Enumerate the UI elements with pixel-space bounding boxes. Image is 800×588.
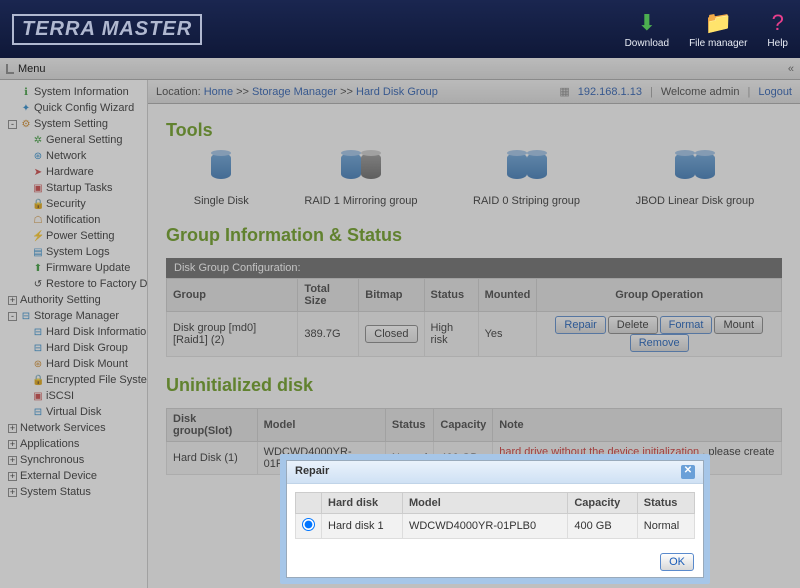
table-row: Hard disk 1 WDCWD4000YR-01PLB0 400 GB No… [296,514,695,539]
column-header [296,493,322,514]
app-header: TERRA MASTER ⬇Download 📁File manager ?Help [0,0,800,58]
filemanager-button[interactable]: 📁File manager [689,10,747,49]
close-icon[interactable]: ✕ [681,465,695,479]
repair-dialog: Repair ✕ Hard diskModelCapacityStatus Ha… [280,454,710,584]
logo: TERRA MASTER [12,14,625,45]
dialog-title: Repair [295,465,329,479]
download-button[interactable]: ⬇Download [625,10,669,49]
column-header: Model [402,493,567,514]
filemanager-icon: 📁 [689,10,747,36]
column-header: Hard disk [322,493,403,514]
disk-radio[interactable] [302,518,315,531]
column-header: Capacity [568,493,637,514]
column-header: Status [637,493,694,514]
help-icon: ? [767,10,788,36]
dialog-table: Hard diskModelCapacityStatus Hard disk 1… [295,492,695,539]
ok-button[interactable]: OK [660,553,694,571]
help-button[interactable]: ?Help [767,10,788,49]
download-icon: ⬇ [625,10,669,36]
